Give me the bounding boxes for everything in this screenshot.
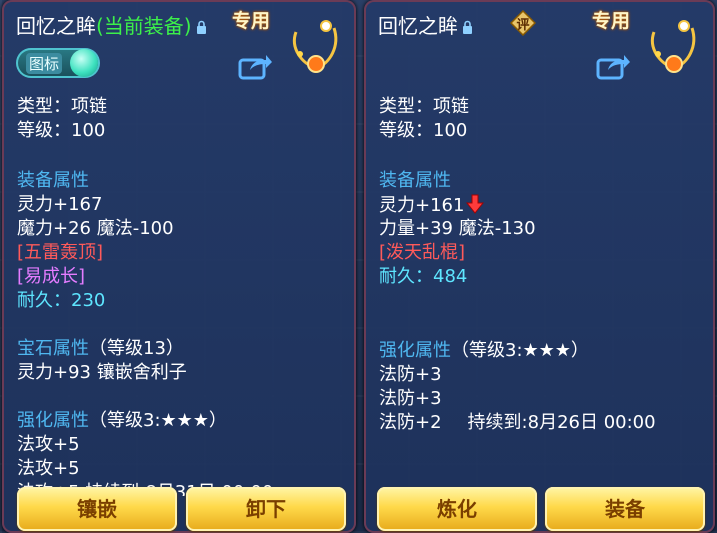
necklace-ornament-icon bbox=[651, 20, 696, 73]
enhance-duration: 持续到:8月26日 00:00 bbox=[467, 412, 656, 433]
equip-button[interactable]: 装备 bbox=[545, 487, 705, 531]
share-icon[interactable] bbox=[238, 52, 272, 80]
enhance-line-3-row: 法防+2 持续到:8月26日 00:00 bbox=[379, 412, 656, 434]
enhance-level: （等级3:★★★） bbox=[451, 340, 589, 361]
enhance-attr-header: 强化属性 bbox=[17, 410, 89, 431]
enhance-level: （等级3:★★★） bbox=[89, 410, 227, 431]
inlay-button[interactable]: 镶嵌 bbox=[17, 487, 177, 531]
necklace-ornament-icon bbox=[293, 20, 338, 73]
enhance-attr-row: 强化属性（等级3:★★★） bbox=[17, 410, 227, 432]
compare-item-panel: 回忆之眸 评 专用 类型：项链 等级：100 装备属性 灵力+161 力量+39… bbox=[364, 0, 715, 533]
enhance-line-2: 法攻+5 bbox=[17, 458, 80, 479]
enhance-line-3: 法防+2 bbox=[379, 412, 442, 433]
decrease-arrow-icon bbox=[466, 194, 485, 214]
attr-line-2: 魔力+26 魔法-100 bbox=[17, 218, 174, 239]
enhance-line-1: 法防+3 bbox=[379, 364, 442, 385]
refine-button[interactable]: 炼化 bbox=[377, 487, 537, 531]
equip-attr-header: 装备属性 bbox=[379, 170, 451, 191]
item-name: 回忆之眸 bbox=[378, 14, 458, 38]
evaluate-badge-label: 评 bbox=[516, 18, 530, 33]
special-label: [易成长] bbox=[17, 266, 86, 287]
attr-line-1: 灵力+161 bbox=[379, 195, 465, 216]
enhance-line-2: 法防+3 bbox=[379, 388, 442, 409]
lock-icon bbox=[196, 20, 206, 34]
item-type: 类型：项链 bbox=[17, 96, 107, 117]
item-level: 等级：100 bbox=[379, 120, 468, 141]
current-equipped-label: (当前装备) bbox=[96, 14, 192, 38]
gem-attr-line: 灵力+93 镶嵌舍利子 bbox=[17, 362, 187, 383]
gem-attr-header: 宝石属性 bbox=[17, 338, 89, 359]
durability: 耐久：230 bbox=[17, 290, 106, 311]
item-type: 类型：项链 bbox=[379, 96, 469, 117]
toggle-label: 图标 bbox=[26, 53, 63, 74]
item-level: 等级：100 bbox=[17, 120, 106, 141]
current-equipment-panel: 回忆之眸(当前装备) 专用 图标 类型：项链 等级：100 装备属性 灵力+16… bbox=[2, 0, 356, 533]
item-title: 回忆之眸 bbox=[378, 10, 473, 39]
enhance-line-1: 法攻+5 bbox=[17, 434, 80, 455]
skill-label: [泼天乱棍] bbox=[379, 242, 466, 263]
lock-icon bbox=[463, 20, 472, 34]
skill-label: [五雷轰顶] bbox=[17, 242, 104, 263]
gem-level: （等级13） bbox=[89, 338, 184, 359]
unequip-button[interactable]: 卸下 bbox=[186, 487, 346, 531]
enhance-attr-header: 强化属性 bbox=[379, 340, 451, 361]
equip-attr-header: 装备属性 bbox=[17, 170, 89, 191]
item-name: 回忆之眸 bbox=[16, 14, 96, 38]
icon-toggle[interactable]: 图标 bbox=[16, 48, 100, 78]
gem-attr-row: 宝石属性（等级13） bbox=[17, 338, 184, 360]
enhance-attr-row: 强化属性（等级3:★★★） bbox=[379, 340, 589, 362]
evaluate-badge[interactable]: 评 bbox=[510, 10, 536, 36]
toggle-knob bbox=[70, 49, 98, 77]
durability: 耐久：484 bbox=[379, 266, 468, 287]
exclusive-label: 专用 bbox=[592, 10, 631, 32]
attr-line-2: 力量+39 魔法-130 bbox=[379, 218, 536, 239]
attr-line-1-row: 灵力+161 bbox=[379, 194, 485, 217]
share-icon[interactable] bbox=[596, 52, 630, 80]
item-title: 回忆之眸(当前装备) bbox=[16, 10, 207, 39]
attr-line-1: 灵力+167 bbox=[17, 194, 103, 215]
exclusive-label: 专用 bbox=[232, 10, 271, 32]
